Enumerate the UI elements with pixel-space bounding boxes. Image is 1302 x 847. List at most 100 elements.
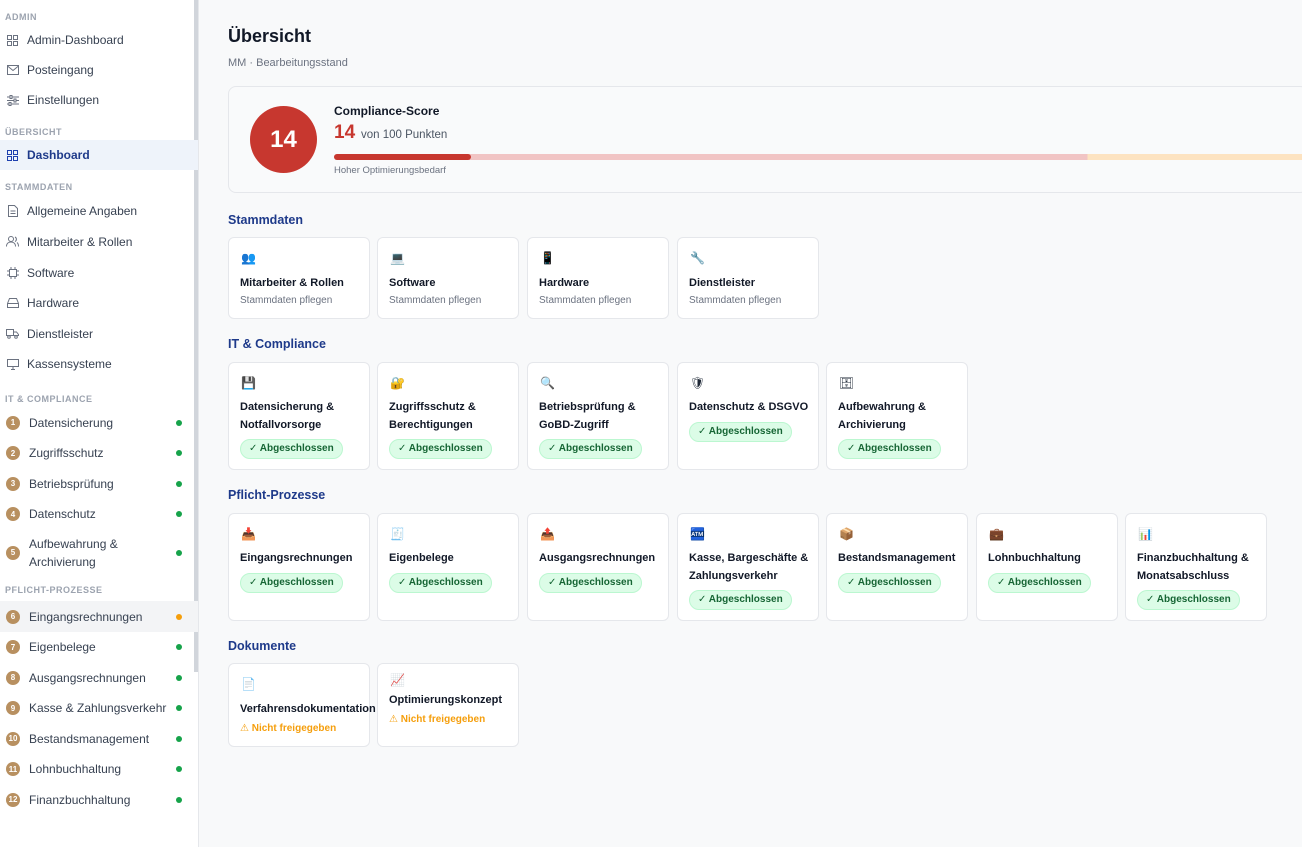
status-dot — [176, 613, 182, 620]
sidebar-item-label: Aufbewahrung & Archivierung — [29, 535, 118, 571]
laptop-icon: 💻 — [390, 251, 405, 265]
sidebar-item-admin-dashboard[interactable]: Admin-Dashboard — [0, 25, 198, 55]
card-title: Hardware — [539, 277, 590, 289]
card-ausgangsrechnungen[interactable]: 📤 Ausgangsrechnungen ✓ Abgeschlossen — [527, 513, 669, 621]
score-label: Compliance-Score — [334, 104, 440, 118]
status-dot — [176, 796, 182, 803]
step-number: 2 — [6, 446, 20, 460]
card-optimierungskonzept[interactable]: 📈 Optimierungskonzept ⚠ Nicht freigegebe… — [377, 663, 519, 747]
sidebar-item-software[interactable]: Software — [0, 257, 198, 288]
sidebar-item-label: Zugriffsschutz — [29, 446, 104, 460]
section-title-dokumente: Dokumente — [228, 639, 297, 653]
warning-status: ⚠ Nicht freigegeben — [240, 723, 337, 734]
compliance-score-card: 14 Compliance-Score 14 von 100 Punkten H… — [228, 86, 1302, 193]
step-number: 12 — [6, 792, 20, 807]
sidebar-item-datensicherung[interactable]: 1 Datensicherung — [0, 407, 198, 438]
sidebar-item-hardware[interactable]: Hardware — [0, 288, 198, 318]
hard-drive-icon — [6, 297, 19, 310]
monitor-icon — [6, 358, 19, 371]
sidebar-item-einstellungen[interactable]: Einstellungen — [0, 85, 198, 115]
sidebar-item-eigenbelege[interactable]: 7 Eigenbelege — [0, 632, 198, 662]
sidebar-item-kasse[interactable]: 9 Kasse & Zahlungsverkehr — [0, 693, 198, 723]
atm-icon: 🏧 — [690, 527, 705, 541]
section-title-it-compliance: IT & Compliance — [228, 337, 326, 351]
card-mitarbeiter-rollen[interactable]: 👥 Mitarbeiter & Rollen Stammdaten pflege… — [228, 237, 370, 319]
sidebar-item-label: Kassensysteme — [27, 357, 112, 371]
card-betriebspruefung[interactable]: 🔍 Betriebsprüfung & GoBD-Zugriff ✓ Abges… — [527, 362, 669, 470]
sidebar-item-bestandsmanagement[interactable]: 10 Bestandsmanagement — [0, 723, 198, 754]
step-number: 8 — [6, 670, 20, 685]
card-title: Mitarbeiter & Rollen — [240, 277, 344, 289]
card-aufbewahrung[interactable]: 🗄 Aufbewahrung & Archivierung ✓ Abgeschl… — [826, 362, 968, 470]
sidebar-item-ausgangsrechnungen[interactable]: 8 Ausgangsrechnungen — [0, 662, 198, 693]
sidebar-section-stammdaten: STAMMDATEN — [5, 182, 73, 192]
sidebar-item-betriebspruefung[interactable]: 3 Betriebsprüfung — [0, 468, 198, 499]
status-badge: ✓ Abgeschlossen — [689, 590, 792, 610]
phone-icon: 📱 — [540, 251, 555, 265]
card-subtitle: Stammdaten pflegen — [539, 295, 632, 306]
card-eingangsrechnungen[interactable]: 📥 Eingangsrechnungen ✓ Abgeschlossen — [228, 513, 370, 621]
sidebar-item-label: Admin-Dashboard — [27, 33, 124, 47]
floppy-disk-icon: 💾 — [241, 376, 256, 390]
card-title: Bestandsmanagement — [838, 552, 956, 564]
sidebar-item-allgemeine-angaben[interactable]: Allgemeine Angaben — [0, 195, 198, 226]
score-note: Hoher Optimierungsbedarf — [334, 165, 446, 176]
step-number: 4 — [6, 507, 20, 521]
sidebar-item-label: Mitarbeiter & Rollen — [27, 234, 133, 249]
card-subtitle: Stammdaten pflegen — [240, 295, 333, 306]
card-kasse[interactable]: 🏧 Kasse, Bargeschäfte & Zahlungsverkehr … — [677, 513, 819, 621]
sidebar-item-dienstleister[interactable]: Dienstleister — [0, 318, 198, 349]
card-bestandsmanagement[interactable]: 📦 Bestandsmanagement ✓ Abgeschlossen — [826, 513, 968, 621]
status-badge: ✓ Abgeschlossen — [539, 573, 642, 593]
status-dot — [176, 644, 182, 650]
sidebar-item-label: Hardware — [27, 296, 80, 310]
step-number: 3 — [6, 476, 20, 491]
sidebar-item-kassensysteme[interactable]: Kassensysteme — [0, 349, 198, 379]
status-dot — [176, 419, 182, 426]
card-eigenbelege[interactable]: 🧾 Eigenbelege ✓ Abgeschlossen — [377, 513, 519, 621]
sidebar-item-posteingang[interactable]: Posteingang — [0, 55, 198, 85]
sidebar-item-zugriffsschutz[interactable]: 2 Zugriffsschutz — [0, 438, 198, 468]
sidebar-item-dashboard[interactable]: Dashboard — [0, 140, 198, 170]
sidebar-item-finanzbuchhaltung[interactable]: 12 Finanzbuchhaltung — [0, 784, 198, 815]
sidebar: ADMIN Admin-Dashboard Posteingang Einste… — [0, 0, 199, 847]
card-title: Eingangsrechnungen — [240, 552, 353, 564]
sidebar-item-label: Dashboard — [27, 148, 90, 162]
card-dienstleister[interactable]: 🔧 Dienstleister Stammdaten pflegen — [677, 237, 819, 319]
sidebar-section-pflicht-prozesse: PFLICHT-PROZESSE — [5, 585, 103, 595]
card-title: Finanzbuchhaltung & Monatsabschluss — [1137, 552, 1249, 582]
card-software[interactable]: 💻 Software Stammdaten pflegen — [377, 237, 519, 319]
wrench-icon: 🔧 — [690, 251, 705, 265]
status-dot — [176, 511, 182, 517]
card-hardware[interactable]: 📱 Hardware Stammdaten pflegen — [527, 237, 669, 319]
card-datenschutz[interactable]: 🛡 Datenschutz & DSGVO ✓ Abgeschlossen — [677, 362, 819, 470]
status-badge: ✓ Abgeschlossen — [389, 573, 492, 593]
card-zugriffsschutz[interactable]: 🔐 Zugriffsschutz & Berechtigungen ✓ Abge… — [377, 362, 519, 470]
status-badge: ✓ Abgeschlossen — [240, 573, 343, 593]
page-title: Übersicht — [228, 26, 312, 46]
card-lohnbuchhaltung[interactable]: 💼 Lohnbuchhaltung ✓ Abgeschlossen — [976, 513, 1118, 621]
step-number: 6 — [6, 609, 20, 624]
status-dot — [176, 735, 182, 742]
grid-icon — [6, 34, 19, 47]
sidebar-item-lohnbuchhaltung[interactable]: 11 Lohnbuchhaltung — [0, 754, 198, 784]
score-of: von 100 Punkten — [361, 129, 448, 141]
card-title: Dienstleister — [689, 277, 756, 289]
package-icon: 📦 — [839, 527, 854, 541]
status-badge: ✓ Abgeschlossen — [1137, 590, 1240, 610]
score-progress-fill — [334, 154, 471, 160]
card-datensicherung[interactable]: 💾 Datensicherung & Notfallvorsorge ✓ Abg… — [228, 362, 370, 470]
sidebar-item-eingangsrechnungen[interactable]: 6 Eingangsrechnungen — [0, 601, 198, 632]
sidebar-item-label: Datensicherung — [29, 415, 114, 430]
sidebar-item-label: Lohnbuchhaltung — [29, 762, 122, 776]
sidebar-item-label: Posteingang — [27, 63, 94, 77]
receipt-icon: 🧾 — [390, 527, 405, 541]
sidebar-item-mitarbeiter[interactable]: Mitarbeiter & Rollen — [0, 226, 198, 257]
sidebar-item-label-line2: Archivierung — [29, 555, 96, 569]
status-dot — [176, 766, 182, 772]
grid-icon — [6, 149, 19, 162]
sidebar-item-datenschutz[interactable]: 4 Datenschutz — [0, 499, 198, 529]
card-finanzbuchhaltung[interactable]: 📊 Finanzbuchhaltung & Monatsabschluss ✓ … — [1125, 513, 1267, 621]
card-verfahrensdokumentation[interactable]: 📄 Verfahrensdokumentation ⚠ Nicht freige… — [228, 663, 376, 747]
sidebar-item-aufbewahrung[interactable]: 5 Aufbewahrung & Archivierung — [0, 529, 198, 577]
